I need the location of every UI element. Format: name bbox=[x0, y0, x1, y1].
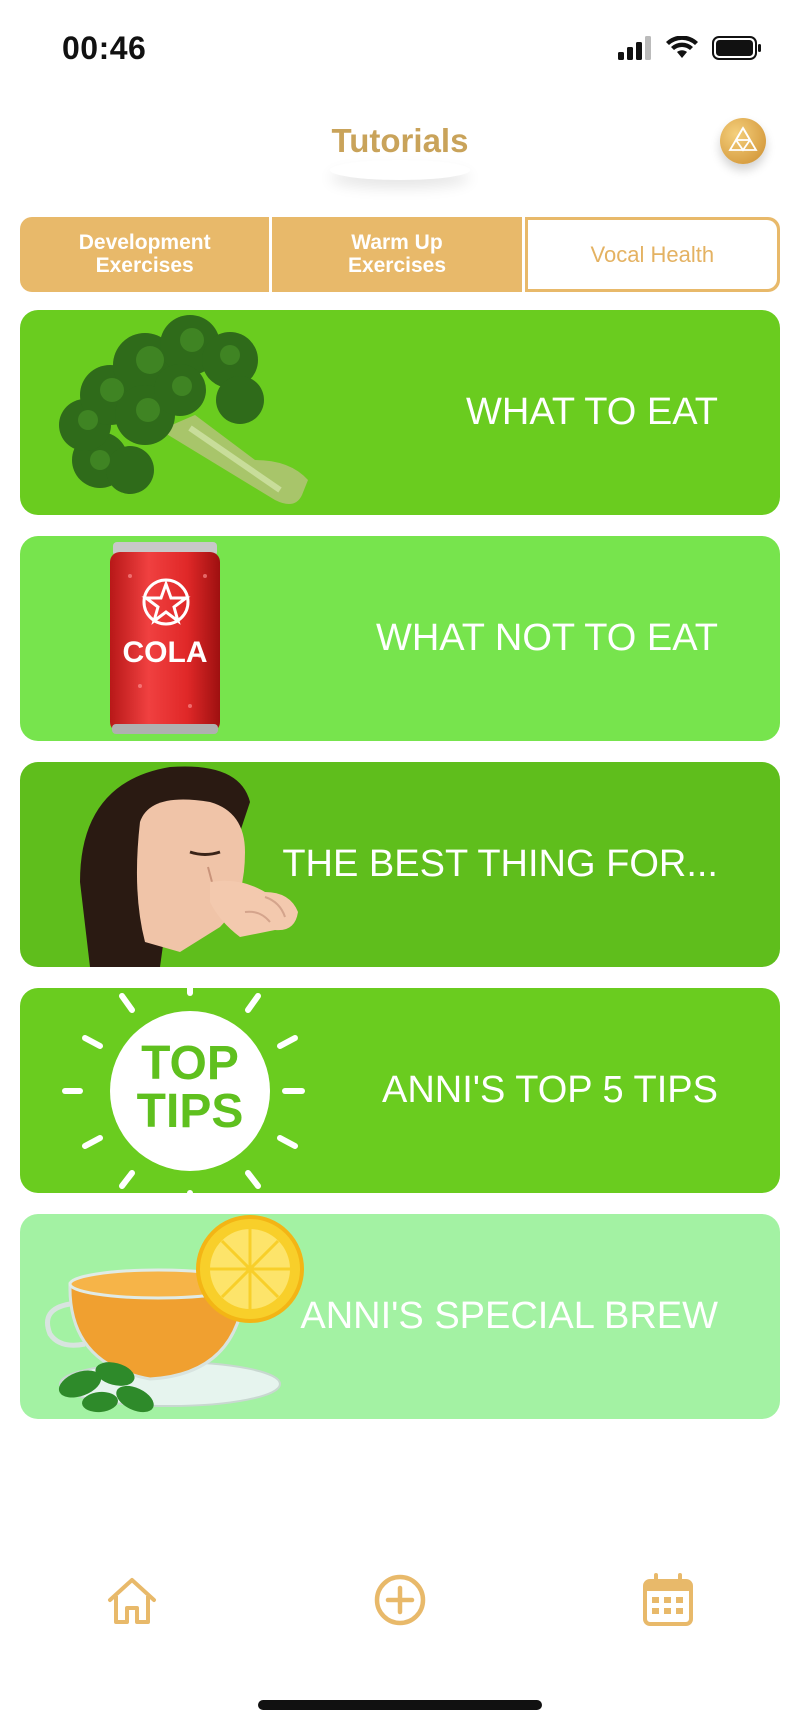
top-tips-text: TOP TIPS bbox=[110, 1040, 270, 1136]
status-icons bbox=[618, 36, 762, 60]
signal-icon bbox=[618, 36, 651, 60]
card-title: WHAT NOT TO EAT bbox=[375, 617, 718, 659]
card-title: THE BEST THING FOR... bbox=[282, 843, 718, 885]
tutorial-tabs: Development Exercises Warm Up Exercises … bbox=[20, 217, 780, 292]
woman-coughing-image bbox=[40, 762, 320, 967]
nav-home-button[interactable] bbox=[100, 1568, 164, 1632]
nav-add-button[interactable] bbox=[368, 1568, 432, 1632]
tab-vocal-health[interactable]: Vocal Health bbox=[524, 217, 780, 292]
nav-calendar-button[interactable] bbox=[636, 1568, 700, 1632]
top-tips-sun-image: TOP TIPS bbox=[40, 988, 320, 1193]
tab-label: Warm Up Exercises bbox=[347, 231, 447, 277]
tea-cup-image bbox=[40, 1214, 320, 1419]
wifi-icon bbox=[666, 36, 698, 58]
title-shadow bbox=[330, 160, 470, 180]
card-what-to-eat[interactable]: WHAT TO EAT bbox=[20, 310, 780, 515]
tab-label: Vocal Health bbox=[590, 241, 715, 267]
broccoli-image bbox=[40, 310, 320, 515]
card-title: WHAT TO EAT bbox=[466, 391, 718, 433]
page-title: Tutorials bbox=[331, 122, 469, 159]
home-indicator[interactable] bbox=[258, 1700, 542, 1710]
card-annis-special-brew[interactable]: ANNI'S SPECIAL BREW bbox=[20, 1214, 780, 1419]
battery-icon bbox=[712, 36, 761, 60]
card-title: ANNI'S TOP 5 TIPS bbox=[381, 1069, 718, 1111]
card-what-not-to-eat[interactable]: COLA WHAT NOT TO EAT bbox=[20, 536, 780, 741]
tab-selected-indicator: Vocal Health bbox=[527, 220, 777, 289]
logo-icon bbox=[728, 126, 758, 152]
cola-can-image: COLA bbox=[40, 536, 320, 741]
card-title: ANNI'S SPECIAL BREW bbox=[300, 1295, 718, 1337]
card-the-best-thing-for[interactable]: THE BEST THING FOR... bbox=[20, 762, 780, 967]
cola-label: COLA bbox=[122, 636, 208, 669]
tab-label: Development Exercises bbox=[78, 231, 211, 277]
top-tips-line-1: TOP bbox=[141, 1037, 239, 1090]
home-icon bbox=[108, 1578, 156, 1624]
calendar-icon bbox=[643, 1573, 693, 1626]
status-time: 00:46 bbox=[62, 30, 147, 66]
profile-logo-button[interactable] bbox=[720, 118, 766, 164]
top-tips-line-2: TIPS bbox=[136, 1085, 244, 1138]
add-icon bbox=[374, 1574, 426, 1626]
tab-warm-up-exercises[interactable]: Warm Up Exercises bbox=[272, 217, 522, 292]
card-annis-top-5-tips[interactable]: TOP TIPS ANNI'S TOP 5 TIPS bbox=[20, 988, 780, 1193]
tab-development-exercises[interactable]: Development Exercises bbox=[20, 217, 270, 292]
